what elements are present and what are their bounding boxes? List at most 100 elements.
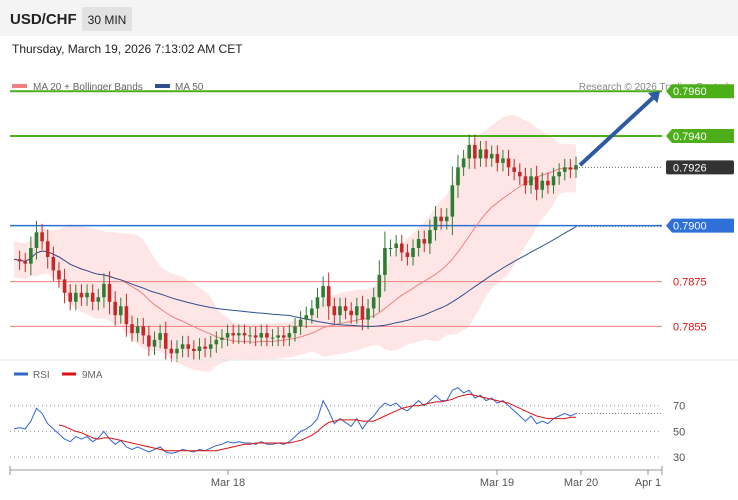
candle-body — [51, 256, 56, 271]
candle-body — [225, 333, 230, 338]
candle-body — [456, 167, 460, 186]
support-label-0.7855: 0.7855 — [673, 321, 707, 333]
candle-body — [287, 333, 292, 338]
candle-body — [394, 243, 398, 248]
candle-body — [405, 252, 410, 257]
candle-body — [270, 337, 275, 339]
pivot-label-0.7900: 0.7900 — [673, 221, 707, 233]
candle-body — [152, 339, 157, 347]
price-level-labels: 0.7960 0.7940 0.7926 0.7900 0.7875 0.7855 — [666, 84, 734, 333]
candle-body — [40, 232, 44, 242]
candle-body — [478, 149, 483, 159]
candle-body — [518, 171, 522, 177]
candle-body — [242, 333, 247, 336]
candle-body — [383, 248, 387, 275]
candle-body — [343, 306, 348, 311]
candle-body — [163, 333, 168, 349]
rsi-tick-label-50: 50 — [673, 426, 685, 438]
candle-body — [355, 306, 359, 316]
candle-body — [237, 333, 241, 336]
candle-body — [332, 306, 337, 316]
candle-body — [534, 176, 539, 190]
rsi-tick-label-30: 30 — [673, 452, 685, 464]
candle-body — [293, 326, 297, 334]
resistance-label-0.7940: 0.7940 — [673, 131, 707, 143]
candle-body — [428, 230, 432, 244]
candle-body — [107, 283, 112, 302]
forecast-arrow — [578, 91, 660, 167]
candle-body — [501, 158, 505, 163]
candle-body — [557, 171, 561, 177]
candle-body — [147, 335, 151, 347]
candle-body — [467, 144, 472, 159]
candle-body — [377, 274, 382, 298]
candle-body — [23, 261, 28, 264]
candle-body — [45, 241, 50, 257]
candle-body — [360, 306, 365, 320]
symbol-title: USD/CHF — [10, 11, 77, 28]
rsi-grid: 30 50 70 — [10, 401, 685, 464]
candle-body — [102, 283, 106, 298]
datetime-label: Thursday, March 19, 2026 7:13:02 AM CET — [12, 42, 243, 56]
candle-body — [208, 344, 213, 349]
resistance-label-0.7960: 0.7960 — [673, 86, 707, 98]
candle-body — [574, 165, 578, 170]
candle-body — [231, 333, 235, 336]
candle-body — [68, 292, 72, 302]
candle-body — [310, 308, 314, 316]
candle-body — [169, 348, 174, 354]
candle-body — [349, 310, 353, 316]
candle-body — [180, 344, 185, 349]
candle-body — [113, 301, 117, 316]
x-axis: Mar 18 Mar 19 Mar 20 Apr 1 — [9, 466, 663, 489]
candle-body — [298, 319, 303, 327]
candle-body — [141, 326, 146, 336]
candle-body — [529, 176, 533, 186]
forecast-arrow-shaft — [578, 96, 655, 167]
candle-body — [489, 153, 494, 159]
candle-body — [259, 333, 264, 338]
candle-body — [118, 306, 123, 316]
rsi-line — [13, 387, 577, 454]
candle-body — [192, 348, 196, 352]
candle-body — [90, 292, 95, 302]
candle-body — [85, 292, 89, 298]
candle-body — [135, 326, 140, 334]
rsi-ma-legend-label: 9MA — [82, 370, 103, 381]
candle-body — [124, 306, 129, 325]
candle-body — [276, 335, 280, 338]
rsi-tick-label-70: 70 — [673, 401, 685, 413]
candle-body — [512, 167, 516, 172]
candle-body — [366, 308, 370, 320]
candle-body — [62, 279, 67, 293]
candle-body — [29, 248, 33, 264]
current-price-label: 0.7926 — [673, 162, 707, 174]
candle-body — [562, 167, 567, 172]
candle-body — [315, 297, 320, 309]
candle-body — [450, 185, 455, 217]
x-tick-label: Mar 18 — [211, 477, 245, 489]
candle-body — [484, 149, 488, 159]
candle-body — [411, 248, 415, 257]
candle-body — [197, 346, 202, 352]
candle-body — [248, 335, 252, 337]
x-tick-label: Mar 19 — [480, 477, 514, 489]
candle-body — [57, 270, 61, 280]
candle-body — [130, 324, 134, 334]
candle-body — [326, 286, 331, 307]
rsi-legend-label: RSI — [33, 370, 50, 381]
interval-label: 30 MIN — [88, 13, 127, 27]
rsi-lines — [13, 387, 662, 454]
x-tick-label: Apr 1 — [635, 477, 661, 489]
candle-body — [540, 180, 545, 190]
candle-body — [175, 348, 179, 354]
candle-body — [444, 216, 449, 222]
candle-body — [416, 239, 421, 248]
candle-body — [34, 232, 39, 248]
candle-body — [495, 153, 500, 163]
ma50-legend-swatch — [155, 84, 170, 88]
candle-body — [186, 344, 191, 349]
candle-body — [214, 339, 219, 345]
candle-body — [253, 335, 258, 338]
x-tick-label: Mar 20 — [564, 477, 598, 489]
